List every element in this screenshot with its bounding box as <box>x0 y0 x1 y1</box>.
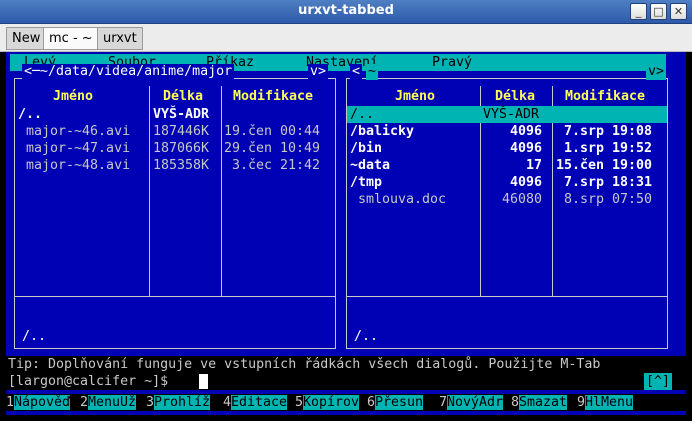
right-panel-path-start[interactable]: < <box>350 64 363 80</box>
left-row-1-size: 187446K <box>153 124 210 139</box>
left-header-name[interactable]: Jméno <box>52 89 95 105</box>
left-col-divider-2 <box>221 86 222 296</box>
left-panel[interactable]: <─~/data/videa/anime/major v> Jméno Délk… <box>12 64 338 351</box>
right-row-2-size: 4096 <box>510 141 543 156</box>
right-row-0-name[interactable]: /.. <box>350 106 374 123</box>
right-row-5-mtime: 8.srp 07:50 <box>556 192 653 207</box>
right-header-name[interactable]: Jméno <box>394 89 437 105</box>
fkey-7[interactable]: 7NovýAdr <box>439 394 504 411</box>
right-panel-marker[interactable]: v> <box>646 64 667 80</box>
fkey-9[interactable]: 9HlMenu <box>577 394 634 411</box>
fkey-5[interactable]: 5Kopírov <box>295 394 360 411</box>
right-header-mtime[interactable]: Modifikace <box>564 89 647 105</box>
fkey-3[interactable]: 3Prohlíž <box>146 394 211 411</box>
tab-mc[interactable]: mc - ~ <box>43 27 99 50</box>
right-row-4-mtime: 7.srp 18:31 <box>556 175 653 190</box>
maximize-button[interactable]: □ <box>650 3 667 20</box>
tab-urxvt[interactable]: urxvt <box>97 27 143 50</box>
command-line[interactable]: [largon@calcifer ~]$ [^] <box>6 373 686 390</box>
fkey-1[interactable]: 1Nápověď <box>6 394 71 411</box>
window-title: urxvt-tabbed <box>298 3 394 18</box>
right-row-1-size: 4096 <box>510 124 543 139</box>
left-panel-path[interactable]: <─~/data/videa/anime/major <box>22 64 235 80</box>
left-row-2-size: 187066K <box>153 141 210 156</box>
terminal[interactable]: Levý Soubor Příkaz Nastavení Pravý <─~/d… <box>6 52 686 415</box>
right-row-3-size: 17 <box>526 158 543 173</box>
window-titlebar[interactable]: urxvt-tabbed _ □ ✕ <box>0 0 692 24</box>
left-mini-status: /.. <box>22 329 47 344</box>
left-status-divider <box>14 296 336 297</box>
right-panel-path[interactable]: ~ <box>366 64 379 80</box>
left-row-3-size: 185358K <box>153 158 210 173</box>
right-row-3-name[interactable]: ~data <box>350 157 390 174</box>
menu-pravy[interactable]: Pravý <box>432 54 472 71</box>
left-row-1-name[interactable]: major-~46.avi <box>18 123 130 140</box>
tab-new[interactable]: New <box>6 27 47 50</box>
left-header-mtime[interactable]: Modifikace <box>232 89 315 105</box>
right-row-5-size: 46080 <box>502 192 543 207</box>
right-panel[interactable]: < ~ v> Jméno Délka Modifikace /.. VYŠ-AD… <box>344 64 670 351</box>
right-row-4-size: 4096 <box>510 175 543 190</box>
left-header-size[interactable]: Délka <box>162 89 205 105</box>
minimize-button[interactable]: _ <box>630 3 647 20</box>
right-row-5-name[interactable]: smlouva.doc <box>350 191 446 208</box>
left-row-0-size: VYŠ-ADR <box>153 107 210 122</box>
right-row-1-mtime: 7.srp 19:08 <box>556 124 653 139</box>
left-row-1-mtime: 19.čen 00:44 <box>224 124 321 139</box>
history-button[interactable]: [^] <box>643 373 672 390</box>
hint-text: Tip: Doplňování funguje ve vstupních řád… <box>8 357 601 372</box>
close-button[interactable]: ✕ <box>670 3 687 20</box>
fkey-8[interactable]: 8Smazat <box>511 394 568 411</box>
fkey-2[interactable]: 2MenuUž <box>80 394 137 411</box>
right-row-3-mtime: 15.čen 19:00 <box>556 158 653 173</box>
right-row-0-size: VYŠ-ADR <box>483 107 540 122</box>
right-status-divider <box>346 296 668 297</box>
right-header-size[interactable]: Délka <box>494 89 537 105</box>
text-cursor <box>199 374 208 389</box>
shell-prompt: [largon@calcifer ~]$ <box>8 374 169 389</box>
right-row-2-name[interactable]: /bin <box>350 140 382 157</box>
tab-bar: New mc - ~ urxvt <box>0 24 692 52</box>
left-col-divider-1 <box>149 86 150 296</box>
fkey-6[interactable]: 6Přesun <box>367 394 424 411</box>
right-mini-status: /.. <box>354 329 379 344</box>
right-row-4-name[interactable]: /tmp <box>350 174 382 191</box>
right-row-1-name[interactable]: /balicky <box>350 123 414 140</box>
left-row-2-mtime: 29.čen 10:49 <box>224 141 321 156</box>
left-row-0-name[interactable]: /.. <box>18 106 42 123</box>
fkey-4[interactable]: 4Editace <box>223 394 288 411</box>
function-key-bar: 1Nápověď 2MenuUž 3Prohlíž 4Editace 5Kopí… <box>6 394 686 411</box>
left-row-2-name[interactable]: major-~47.avi <box>18 140 130 157</box>
left-row-3-mtime: 3.čec 21:42 <box>224 158 321 173</box>
right-row-2-mtime: 1.srp 19:52 <box>556 141 653 156</box>
hint-line: Tip: Doplňování funguje ve vstupních řád… <box>6 356 686 373</box>
left-panel-marker[interactable]: v> <box>308 64 329 80</box>
left-row-3-name[interactable]: major-~48.avi <box>18 157 130 174</box>
